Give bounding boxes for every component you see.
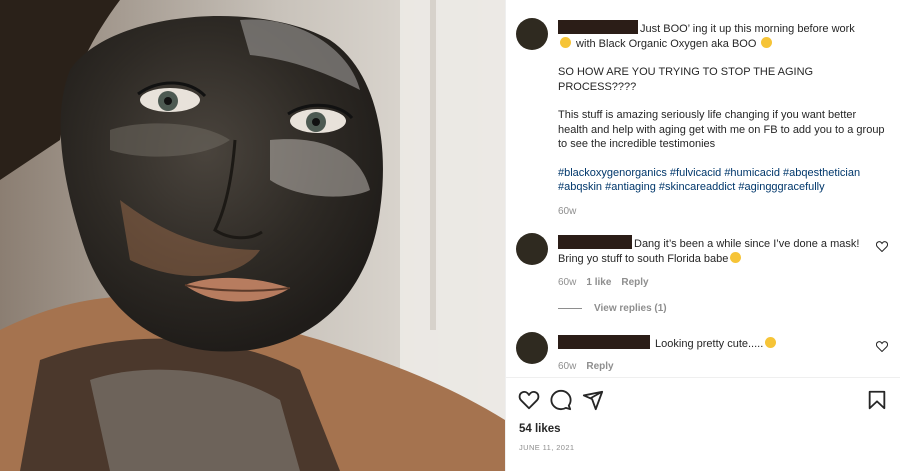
comment-time: 60w	[558, 277, 577, 288]
caption-question: SO HOW ARE YOU TRYING TO STOP THE AGING …	[558, 66, 814, 93]
commenter-avatar[interactable]	[516, 233, 548, 265]
caption-second-line: with Black Organic Oxygen aka BOO	[558, 36, 888, 52]
comment-text: Dang it’s been a while since I’ve done a…	[558, 235, 878, 266]
post-caption: Just BOO’ ing it up this morning before …	[558, 20, 888, 219]
redacted-username	[558, 20, 638, 34]
smile-emoji-icon	[730, 251, 742, 263]
view-replies-line	[558, 308, 582, 309]
view-replies-button[interactable]: View replies (1)	[558, 303, 667, 314]
laughing-emoji-icon	[765, 337, 777, 348]
comment-text: Looking pretty cute.....	[558, 335, 878, 352]
hug-emoji-icon	[761, 36, 773, 48]
reply-button[interactable]: Reply	[586, 361, 613, 372]
caption-first-line: Just BOO’ ing it up this morning before …	[558, 20, 888, 37]
paper-plane-icon[interactable]	[582, 389, 604, 411]
action-bar	[506, 386, 900, 414]
divider	[506, 377, 900, 378]
commenter-avatar[interactable]	[516, 332, 548, 364]
bookmark-icon[interactable]	[866, 389, 888, 411]
reply-button[interactable]: Reply	[621, 277, 648, 288]
comment-time: 60w	[558, 361, 577, 372]
smile-emoji-icon	[560, 36, 571, 48]
redacted-username	[558, 235, 632, 249]
caption-hashtags[interactable]: #blackoxygenorganics #fulvicacid #humica…	[558, 166, 888, 195]
comment-like-heart-icon[interactable]	[876, 341, 888, 352]
comment-meta: 60w 1 like Reply	[558, 277, 649, 288]
comment-icon[interactable]	[550, 389, 572, 411]
comment-meta: 60w Reply	[558, 361, 614, 372]
author-avatar[interactable]	[516, 18, 548, 50]
comment-like-heart-icon[interactable]	[876, 241, 888, 252]
post-date: JUNE 11, 2021	[519, 443, 575, 452]
caption-time: 60w	[558, 205, 577, 217]
post-detail-panel: Just BOO’ ing it up this morning before …	[505, 0, 900, 471]
likes-count[interactable]: 54 likes	[519, 423, 561, 435]
caption-body: This stuff is amazing seriously life cha…	[558, 109, 885, 150]
redacted-username	[558, 335, 650, 349]
post-photo	[0, 0, 505, 471]
comment-likes[interactable]: 1 like	[586, 277, 611, 288]
heart-icon[interactable]	[518, 389, 540, 411]
